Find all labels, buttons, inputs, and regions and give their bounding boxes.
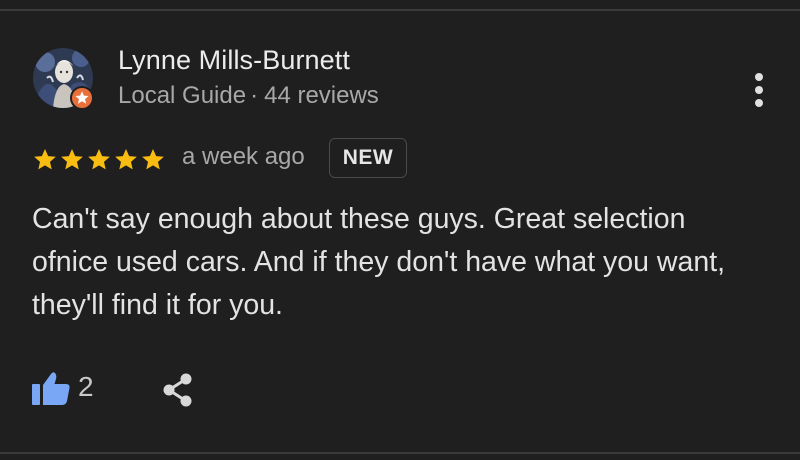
new-badge: NEW — [329, 138, 407, 178]
thumbs-up-icon — [32, 372, 70, 405]
like-count: 2 — [78, 371, 94, 402]
local-guide-label: Local Guide — [118, 82, 247, 109]
more-vert-icon — [755, 73, 763, 107]
reviewer-name[interactable]: Lynne Mills-Burnett — [118, 45, 350, 76]
star-icon — [142, 148, 164, 170]
local-guide-badge-icon — [70, 86, 94, 110]
share-button[interactable] — [160, 372, 196, 408]
reviewer-meta: Local Guide · 44 reviews — [118, 82, 379, 110]
meta-separator: · — [250, 82, 259, 109]
like-button[interactable] — [31, 370, 71, 406]
bottom-divider — [0, 452, 800, 454]
star-icon — [115, 148, 137, 170]
review-count: 44 reviews — [264, 82, 379, 109]
review-line: Can't say enough about these guys. Great… — [32, 203, 686, 235]
star-icon — [61, 148, 83, 170]
more-options-button[interactable] — [746, 70, 772, 112]
star-icon — [88, 148, 110, 170]
star-rating — [32, 147, 166, 173]
review-text: Can't say enough about these guys. Great… — [32, 198, 772, 327]
star-icon — [34, 148, 56, 170]
review-line: ofnice used cars. And if they don't have… — [32, 246, 726, 278]
share-icon — [163, 373, 192, 407]
review-line: they'll find it for you. — [32, 289, 283, 321]
review-time: a week ago — [182, 143, 305, 170]
